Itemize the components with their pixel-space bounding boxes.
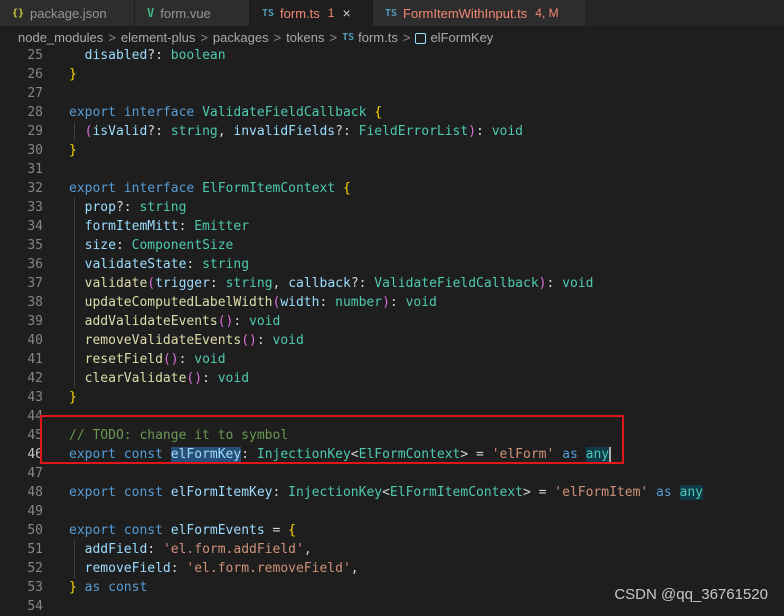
breadcrumb-item[interactable]: form.ts — [358, 30, 398, 45]
modified-badge: 4, M — [535, 6, 559, 20]
breadcrumb-item[interactable]: elFormKey — [430, 30, 493, 45]
tab-label: form.vue — [160, 5, 211, 21]
tab-package-json[interactable]: {} package.json — [0, 0, 135, 26]
chevron-right-icon: > — [329, 29, 338, 45]
vue-file-icon: V — [147, 6, 155, 20]
typescript-file-icon: TS — [342, 31, 355, 43]
breadcrumb-item[interactable]: packages — [213, 30, 269, 45]
code-line: 30} — [27, 143, 77, 158]
code-line: 33 prop?: string — [27, 200, 187, 215]
code-line: 38 updateComputedLabelWidth(width: numbe… — [27, 295, 437, 310]
code-line: 39 addValidateEvents(): void — [27, 314, 281, 329]
tab-form-vue[interactable]: V form.vue — [135, 0, 250, 26]
code-line: 47 — [27, 466, 43, 481]
code-line: 48 export const elFormItemKey: InjectionK… — [27, 485, 704, 500]
code-line: 34 formItemMitt: Emitter — [27, 219, 250, 234]
code-line: 40 removeValidateEvents(): void — [27, 333, 304, 348]
tab-label: package.json — [30, 5, 107, 21]
chevron-right-icon: > — [108, 29, 116, 45]
code-line: 41 resetField(): void — [27, 352, 226, 367]
chevron-right-icon: > — [273, 29, 282, 45]
breadcrumb-item[interactable]: node_modules — [18, 30, 103, 45]
code-line: 49 — [27, 504, 43, 519]
editor-tab-bar: {} package.json V form.vue TS form.ts 1 … — [0, 0, 784, 26]
typescript-file-icon: TS — [262, 7, 275, 19]
tab-label: form.ts — [280, 5, 320, 21]
code-line: 32 export interface ElFormItemContext { — [27, 181, 351, 196]
code-line: 51 addField: 'el.form.addField', — [27, 542, 312, 557]
symbol-variable-icon — [415, 32, 427, 44]
code-line: 25 disabled?: boolean — [27, 48, 226, 63]
breadcrumb: node_modules > element-plus > packages >… — [0, 26, 784, 48]
chevron-right-icon: > — [402, 29, 411, 45]
code-line: 27 — [27, 86, 43, 101]
annotation-highlight-box — [40, 415, 624, 464]
code-editor[interactable]: 25 disabled?: boolean 26} 27 28 export in… — [0, 46, 784, 616]
code-line: 31 — [27, 162, 43, 177]
code-line: 37 validate(trigger: string, callback?: … — [27, 276, 594, 291]
code-line: 28 export interface ValidateFieldCallback… — [27, 105, 383, 120]
code-line: 50 export const elFormEvents = { — [27, 523, 296, 538]
code-line: 42 clearValidate(): void — [27, 371, 250, 386]
problem-count-badge: 1 — [327, 6, 335, 20]
code-line: 36 validateState: string — [27, 257, 250, 272]
tab-formitemwithinput-ts[interactable]: TS FormItemWithInput.ts 4, M — [373, 0, 587, 26]
close-icon[interactable]: × — [342, 5, 350, 21]
code-line: 43} — [27, 390, 77, 405]
chevron-right-icon: > — [200, 29, 208, 45]
code-line: 26} — [27, 67, 77, 82]
code-line: 52 removeField: 'el.form.removeField', — [27, 561, 359, 576]
typescript-file-icon: TS — [385, 7, 398, 19]
breadcrumb-item[interactable]: element-plus — [121, 30, 195, 45]
code-line: 29 (isValid?: string, invalidFields?: Fi… — [27, 124, 523, 139]
json-file-icon: {} — [12, 7, 25, 19]
watermark: CSDN @qq_36761520 — [614, 586, 768, 603]
breadcrumb-item[interactable]: tokens — [286, 30, 324, 45]
tab-label: FormItemWithInput.ts — [403, 5, 528, 21]
code-line: 35 size: ComponentSize — [27, 238, 234, 253]
tab-form-ts[interactable]: TS form.ts 1 × — [250, 0, 373, 26]
